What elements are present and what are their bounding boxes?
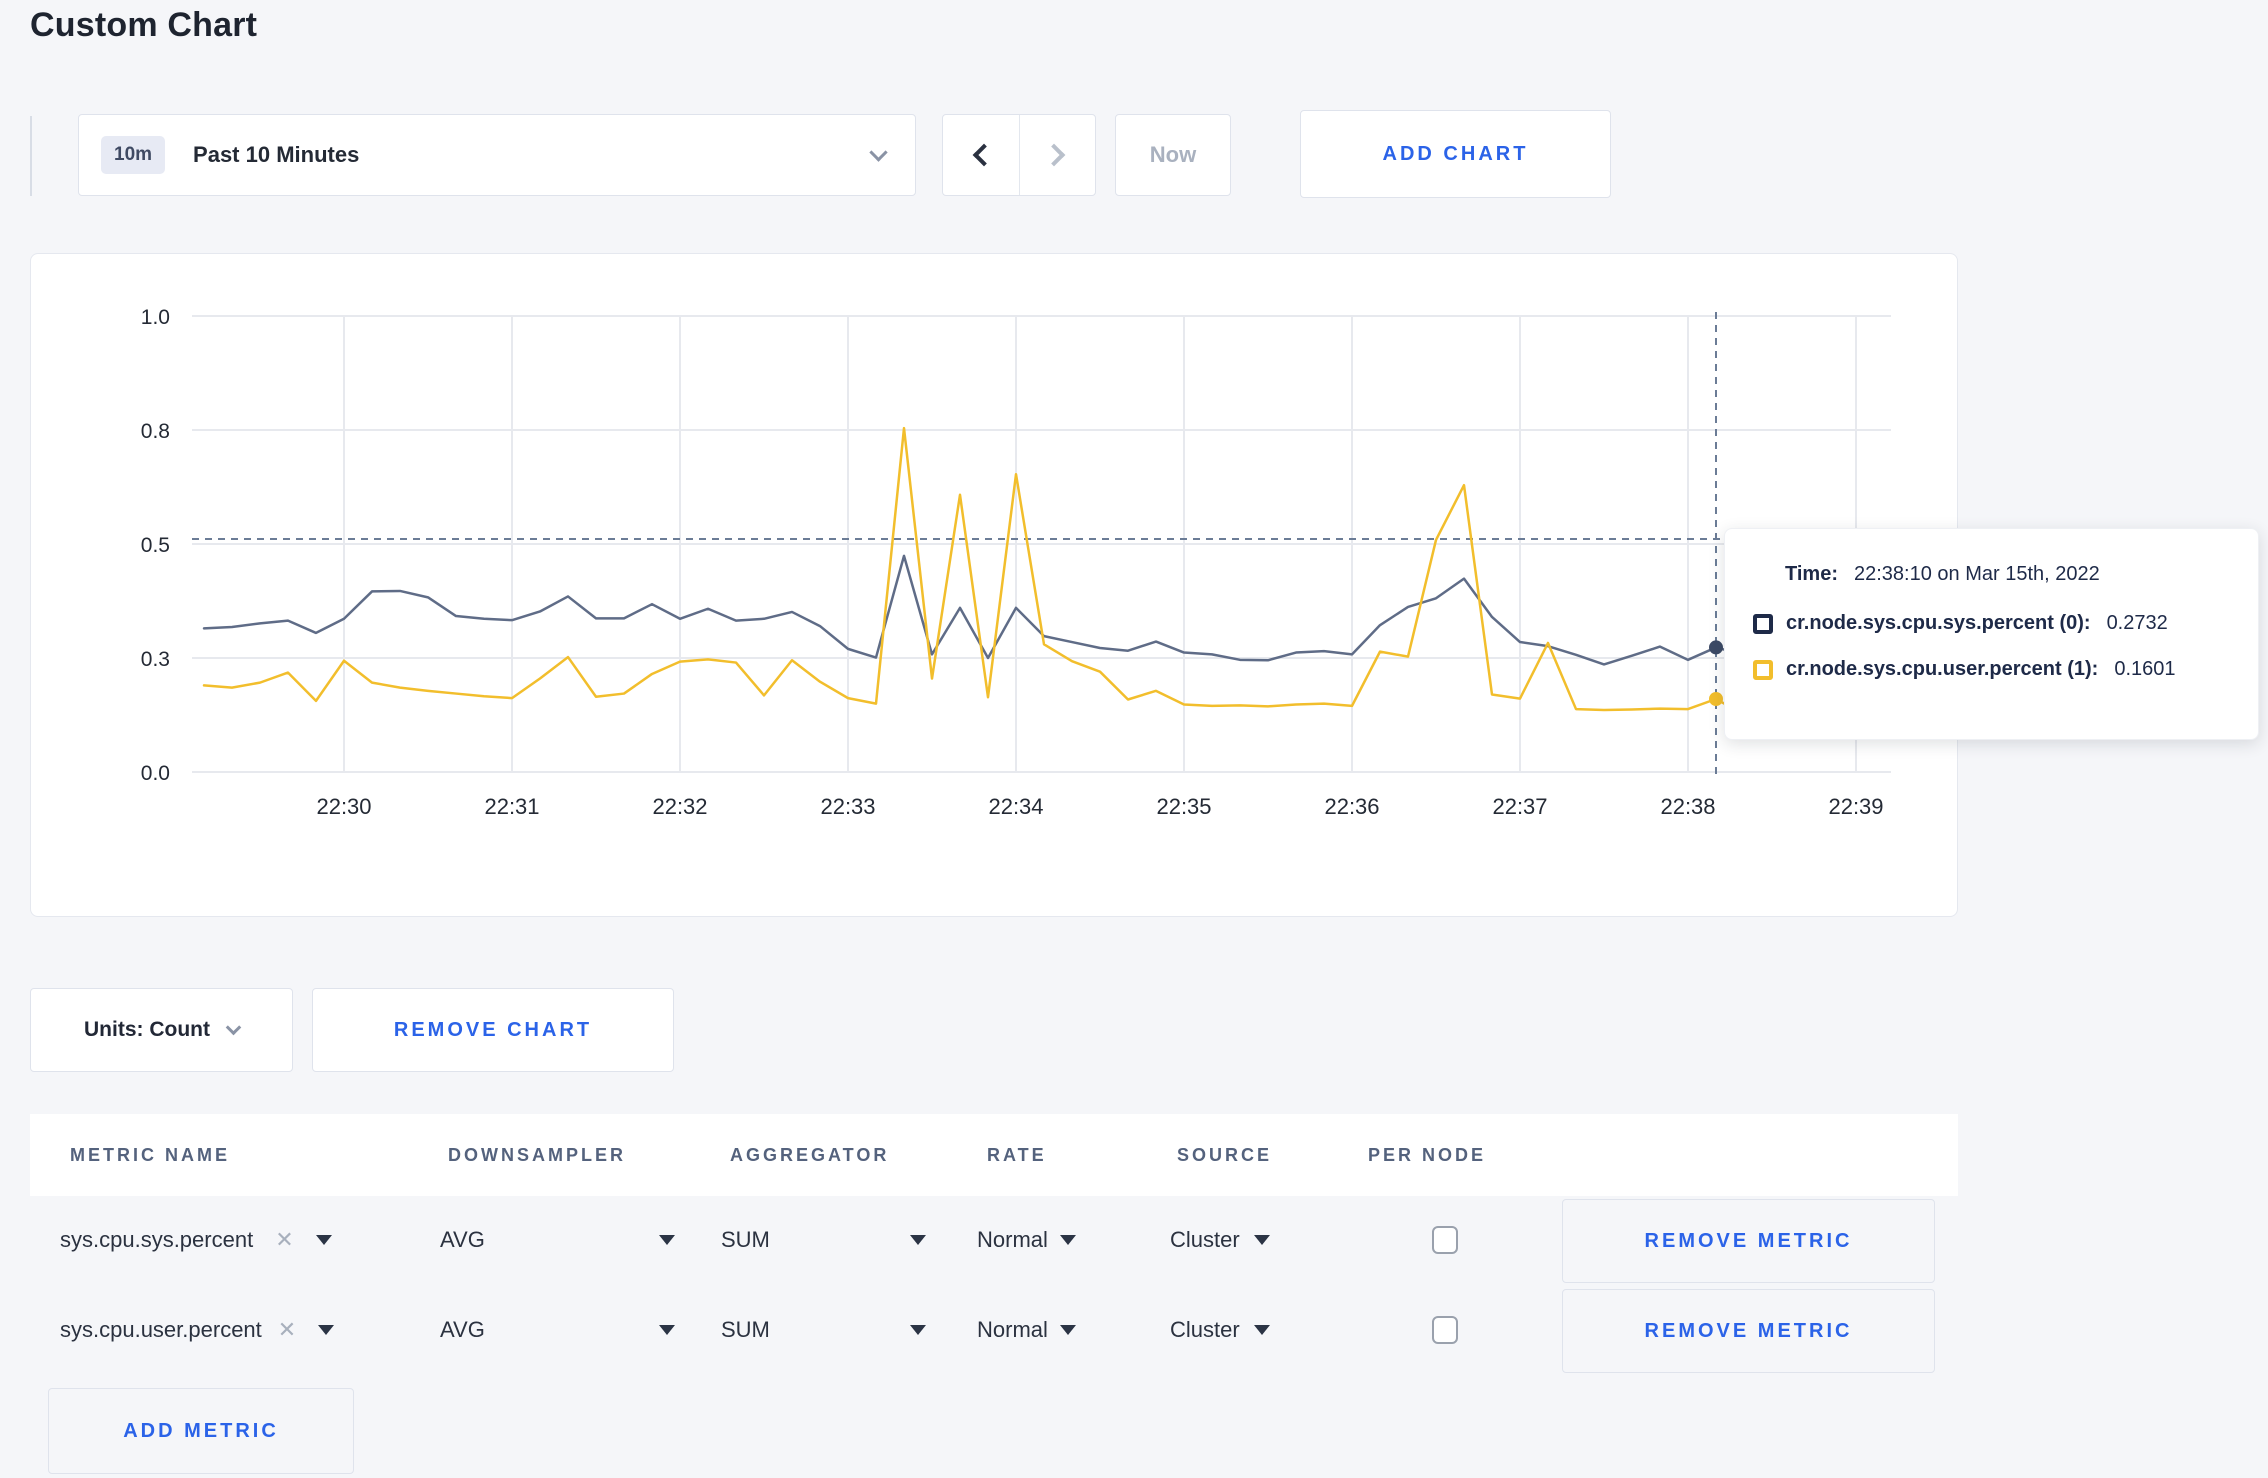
time-range-badge: 10m: [101, 136, 166, 174]
rate-select[interactable]: Normal: [977, 1286, 1076, 1374]
caret-down-icon: [910, 1325, 926, 1335]
chevron-down-icon: [869, 142, 888, 162]
remove-metric-button[interactable]: REMOVE METRIC: [1562, 1289, 1935, 1373]
source-select[interactable]: Cluster: [1170, 1196, 1270, 1284]
chevron-down-icon: [225, 1019, 242, 1035]
metric-name-select[interactable]: sys.cpu.user.percent ✕: [60, 1286, 335, 1374]
time-range-select[interactable]: 10m Past 10 Minutes: [78, 114, 916, 196]
metrics-table-header: METRIC NAME DOWNSAMPLER AGGREGATOR RATE …: [30, 1114, 1958, 1196]
svg-text:22:38: 22:38: [1660, 794, 1715, 819]
remove-chart-button[interactable]: REMOVE CHART: [312, 988, 674, 1072]
svg-text:22:33: 22:33: [820, 794, 875, 819]
caret-down-icon: [1059, 1325, 1076, 1335]
remove-metric-button[interactable]: REMOVE METRIC: [1562, 1199, 1935, 1283]
metric-row-user: sys.cpu.user.percent ✕ AVG SUM Normal Cl…: [30, 1286, 1958, 1374]
aggregator-value: SUM: [721, 1317, 770, 1342]
source-value: Cluster: [1170, 1227, 1240, 1252]
caret-down-icon: [1253, 1235, 1270, 1245]
tooltip-user-label: cr.node.sys.cpu.user.percent (1):: [1786, 658, 2099, 680]
clear-metric-icon[interactable]: ✕: [275, 1227, 293, 1253]
col-header-downsampler: DOWNSAMPLER: [448, 1144, 626, 1165]
caret-down-icon: [1253, 1325, 1270, 1335]
tooltip-sys-value: 0.2732: [2106, 612, 2168, 634]
svg-text:0.0: 0.0: [141, 762, 170, 785]
per-node-checkbox[interactable]: [1432, 1226, 1458, 1254]
rate-select[interactable]: Normal: [977, 1196, 1076, 1284]
tooltip-user-value: 0.1601: [2114, 658, 2176, 680]
rate-value: Normal: [977, 1227, 1048, 1252]
aggregator-value: SUM: [721, 1227, 770, 1252]
caret-down-icon: [1059, 1235, 1076, 1245]
svg-text:22:32: 22:32: [652, 794, 707, 819]
tooltip-sys-label: cr.node.sys.cpu.sys.percent (0):: [1786, 612, 2091, 634]
tooltip-time-label: Time:: [1785, 563, 1838, 585]
svg-text:22:31: 22:31: [484, 794, 539, 819]
svg-text:22:36: 22:36: [1324, 794, 1379, 819]
per-node-cell: [1432, 1286, 1458, 1374]
units-label: Units: Count: [84, 1018, 210, 1041]
aggregator-select[interactable]: SUM: [721, 1286, 926, 1374]
col-header-source: SOURCE: [1177, 1144, 1273, 1165]
svg-text:22:34: 22:34: [988, 794, 1043, 819]
downsampler-value: AVG: [440, 1317, 485, 1342]
downsampler-value: AVG: [440, 1227, 485, 1252]
tooltip-sys-row: cr.node.sys.cpu.sys.percent (0): 0.2732: [1753, 612, 2258, 635]
col-header-per-node: PER NODE: [1368, 1144, 1487, 1165]
svg-text:0.5: 0.5: [141, 534, 170, 557]
clear-metric-icon[interactable]: ✕: [278, 1317, 296, 1343]
cpu-usage-chart[interactable]: 1.0 0.8 0.5 0.3 0.0 22:30 22:31 22:32 22:33 22:34…: [31, 254, 1957, 916]
svg-text:22:39: 22:39: [1828, 794, 1883, 819]
units-select[interactable]: Units: Count: [30, 988, 293, 1072]
add-chart-button[interactable]: ADD CHART: [1300, 110, 1611, 198]
next-window-button[interactable]: [1020, 115, 1096, 195]
col-header-aggregator: AGGREGATOR: [730, 1144, 890, 1165]
caret-down-icon: [659, 1325, 675, 1335]
metric-name-select[interactable]: sys.cpu.sys.percent ✕: [60, 1196, 332, 1284]
tooltip-time-row: Time: 22:38:10 on Mar 15th, 2022: [1785, 563, 2258, 586]
svg-text:22:37: 22:37: [1492, 794, 1547, 819]
custom-chart-page: Custom Chart 10m Past 10 Minutes Now ADD…: [0, 0, 2268, 1478]
caret-down-icon: [318, 1325, 335, 1335]
sys-series-swatch-icon: [1753, 613, 1773, 634]
caret-down-icon: [659, 1235, 675, 1245]
col-header-metric-name: METRIC NAME: [70, 1144, 230, 1165]
source-select[interactable]: Cluster: [1170, 1286, 1270, 1374]
toolbar-accent-divider: [30, 116, 32, 196]
time-window-nav: [942, 114, 1096, 196]
user-series-swatch-icon: [1753, 659, 1773, 680]
aggregator-select[interactable]: SUM: [721, 1196, 926, 1284]
metric-name-value: sys.cpu.user.percent: [60, 1317, 262, 1342]
downsampler-select[interactable]: AVG: [440, 1196, 675, 1284]
tooltip-time-value: 22:38:10 on Mar 15th, 2022: [1853, 563, 2100, 585]
svg-text:0.8: 0.8: [141, 420, 170, 443]
caret-down-icon: [910, 1235, 926, 1245]
rate-value: Normal: [977, 1317, 1048, 1342]
svg-text:0.3: 0.3: [141, 648, 170, 671]
add-metric-button[interactable]: ADD METRIC: [48, 1388, 354, 1474]
per-node-checkbox[interactable]: [1432, 1316, 1458, 1344]
col-header-rate: RATE: [987, 1144, 1047, 1165]
page-title: Custom Chart: [30, 6, 258, 44]
svg-text:1.0: 1.0: [141, 306, 170, 329]
svg-text:22:30: 22:30: [316, 794, 371, 819]
time-range-label: Past 10 Minutes: [193, 142, 360, 167]
per-node-cell: [1432, 1196, 1458, 1284]
downsampler-select[interactable]: AVG: [440, 1286, 675, 1374]
svg-text:22:35: 22:35: [1156, 794, 1211, 819]
prev-window-button[interactable]: [943, 115, 1020, 195]
chevron-left-icon: [972, 143, 996, 167]
source-value: Cluster: [1170, 1317, 1240, 1342]
chevron-right-icon: [1042, 143, 1066, 167]
caret-down-icon: [315, 1235, 332, 1245]
now-button[interactable]: Now: [1115, 114, 1231, 196]
tooltip-user-row: cr.node.sys.cpu.user.percent (1): 0.1601: [1753, 658, 2258, 681]
chart-card: 1.0 0.8 0.5 0.3 0.0 22:30 22:31 22:32 22:33 22:34…: [30, 253, 1958, 917]
metric-name-value: sys.cpu.sys.percent: [60, 1227, 254, 1252]
chart-hover-tooltip: Time: 22:38:10 on Mar 15th, 2022 cr.node.…: [1724, 528, 2259, 740]
metric-row-sys: sys.cpu.sys.percent ✕ AVG SUM Normal Clu…: [30, 1196, 1958, 1284]
